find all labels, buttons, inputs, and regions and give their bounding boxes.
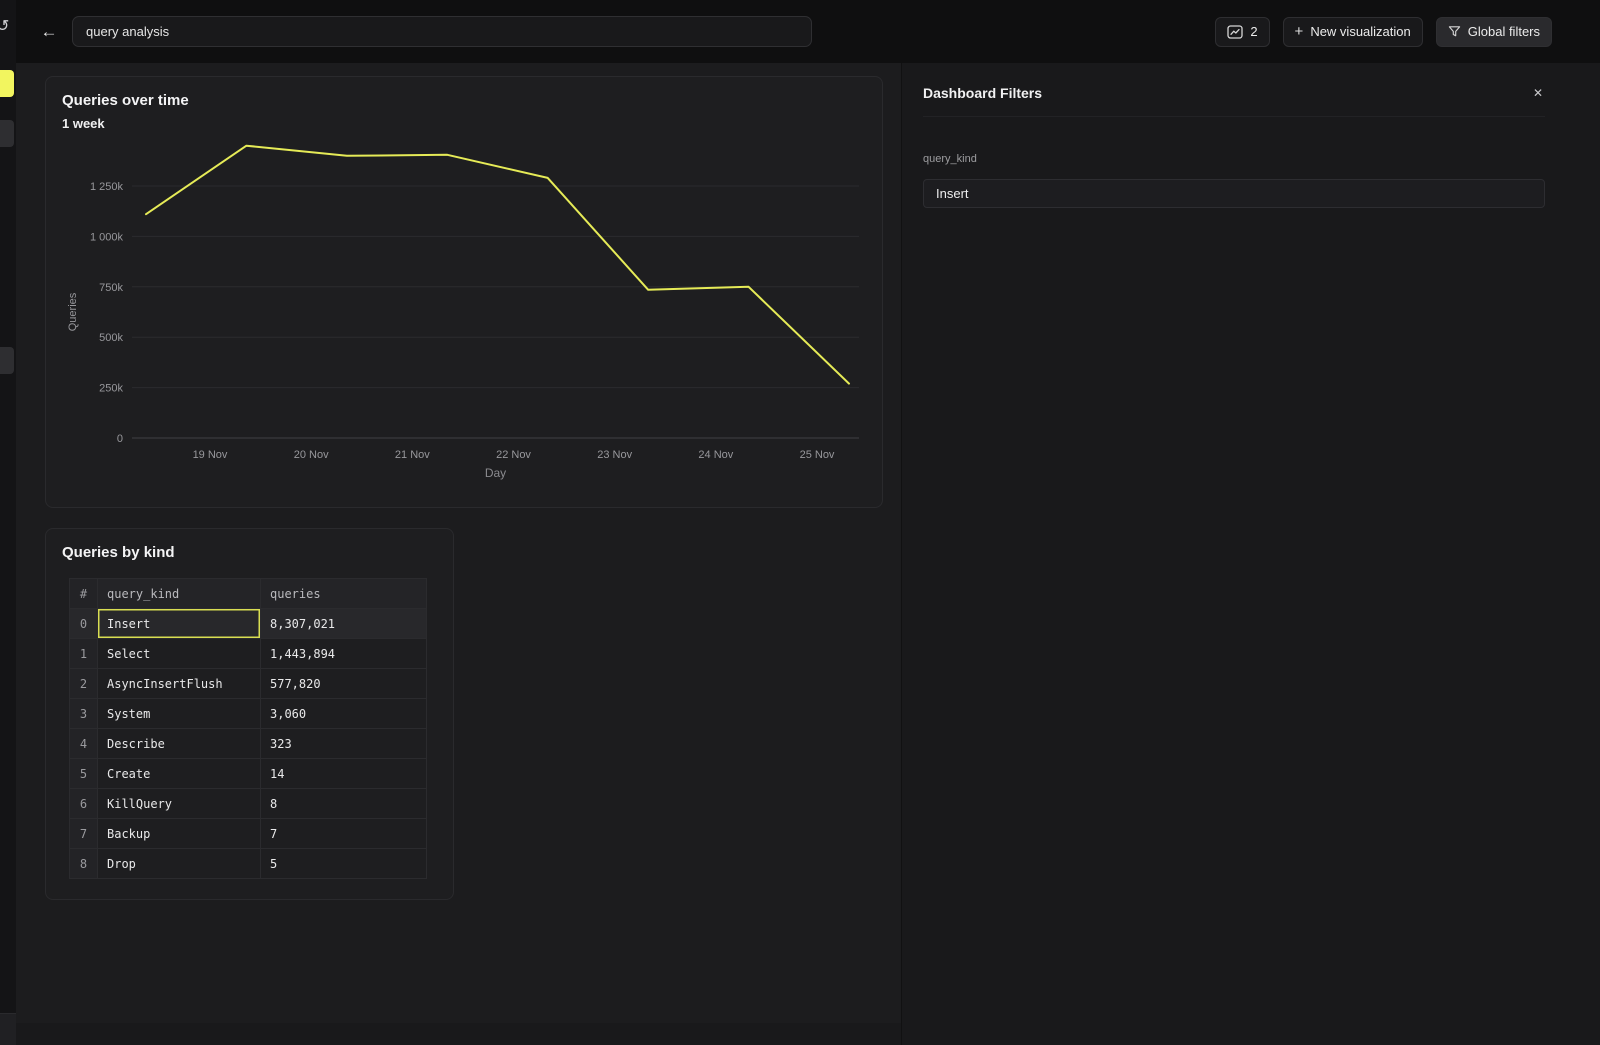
main-column: ← 2 + New visualization Global filters: [16, 0, 1600, 1045]
filter-funnel-icon: [1448, 25, 1461, 38]
row-index[interactable]: 4: [70, 729, 98, 759]
y-tick-label: 500k: [99, 332, 123, 344]
query-kind-cell[interactable]: Backup: [98, 819, 261, 849]
queries-cell[interactable]: 8,307,021: [261, 609, 427, 639]
y-tick-label: 0: [117, 433, 123, 445]
col-header-index: #: [70, 579, 98, 609]
table-row[interactable]: 5Create14: [70, 759, 427, 789]
y-tick-label: 1 000k: [90, 231, 124, 243]
queries-cell[interactable]: 8: [261, 789, 427, 819]
row-index[interactable]: 8: [70, 849, 98, 879]
query-kind-cell[interactable]: System: [98, 699, 261, 729]
dashboard-title-input[interactable]: [72, 16, 812, 47]
sidebar-item-active[interactable]: [0, 70, 14, 97]
sidebar-item[interactable]: [0, 347, 14, 374]
plus-icon: +: [1295, 24, 1304, 39]
table-row[interactable]: 6KillQuery8: [70, 789, 427, 819]
x-tick-label: 25 Nov: [800, 449, 835, 461]
queries-over-time-card: Queries over time 1 week 0 250k 500k 750k 1 …: [45, 76, 883, 508]
dashboard-canvas: Queries over time 1 week 0 250k 500k 750k 1 …: [16, 63, 901, 1045]
visualizations-icon: [1227, 25, 1243, 39]
back-button[interactable]: ←: [38, 21, 60, 43]
x-tick-label: 23 Nov: [597, 449, 632, 461]
sidebar-item[interactable]: [0, 120, 14, 147]
query-kind-cell[interactable]: Describe: [98, 729, 261, 759]
query-kind-cell[interactable]: AsyncInsertFlush: [98, 669, 261, 699]
query-kind-cell[interactable]: Insert: [98, 609, 261, 639]
table-body: 0Insert8,307,0211Select1,443,8942AsyncIn…: [70, 609, 427, 879]
row-index[interactable]: 2: [70, 669, 98, 699]
row-index[interactable]: 1: [70, 639, 98, 669]
y-tick-label: 1 250k: [90, 181, 124, 193]
queries-cell[interactable]: 577,820: [261, 669, 427, 699]
queries-cell[interactable]: 7: [261, 819, 427, 849]
row-index[interactable]: 5: [70, 759, 98, 789]
queries-cell[interactable]: 1,443,894: [261, 639, 427, 669]
x-tick-label: 20 Nov: [294, 449, 329, 461]
close-panel-button[interactable]: ✕: [1531, 84, 1545, 102]
filters-panel-title: Dashboard Filters: [923, 85, 1042, 101]
left-sidebar: ↺: [0, 0, 16, 1045]
query-kind-cell[interactable]: Create: [98, 759, 261, 789]
y-tick-label: 250k: [99, 383, 123, 395]
canvas-bottom-edge: [16, 1023, 901, 1045]
sidebar-bottom-panel: [0, 1013, 16, 1045]
chart-subtitle: 1 week: [62, 115, 866, 132]
y-tick-label: 750k: [99, 282, 123, 294]
table-row[interactable]: 1Select1,443,894: [70, 639, 427, 669]
y-axis-title: Queries: [67, 292, 79, 331]
table-row[interactable]: 3System3,060: [70, 699, 427, 729]
dashboard-filters-panel: Dashboard Filters ✕ query_kind: [901, 63, 1600, 1045]
filters-panel-header: Dashboard Filters ✕: [923, 84, 1545, 117]
query-kind-filter-input[interactable]: [923, 179, 1545, 208]
table-header-row: # query_kind queries: [70, 579, 427, 609]
x-tick-label: 22 Nov: [496, 449, 531, 461]
app-root: ↺ ← 2 + New visualization: [0, 0, 1600, 1045]
x-tick-label: 21 Nov: [395, 449, 430, 461]
queries-over-time-chart: 0 250k 500k 750k 1 000k 1 250k 19 Nov 20 Nov 21 …: [62, 141, 868, 486]
row-index[interactable]: 7: [70, 819, 98, 849]
history-icon[interactable]: ↺: [0, 16, 9, 36]
queries-cell[interactable]: 3,060: [261, 699, 427, 729]
new-visualization-button[interactable]: + New visualization: [1283, 17, 1423, 47]
query-kind-cell[interactable]: Drop: [98, 849, 261, 879]
table-row[interactable]: 8Drop5: [70, 849, 427, 879]
queries-line-series: [146, 146, 849, 384]
x-axis-title: Day: [485, 466, 506, 480]
table-row[interactable]: 0Insert8,307,021: [70, 609, 427, 639]
x-tick-label: 24 Nov: [698, 449, 733, 461]
new-visualization-label: New visualization: [1310, 24, 1410, 39]
table-row[interactable]: 7Backup7: [70, 819, 427, 849]
query-kind-cell[interactable]: Select: [98, 639, 261, 669]
back-arrow-icon: ←: [41, 22, 58, 42]
row-index[interactable]: 0: [70, 609, 98, 639]
filter-field-label: query_kind: [923, 153, 1545, 165]
col-header-query-kind: query_kind: [98, 579, 261, 609]
global-filters-label: Global filters: [1468, 24, 1540, 39]
visualization-count-button[interactable]: 2: [1215, 17, 1269, 47]
queries-by-kind-card: Queries by kind # query_kind queries 0In…: [45, 528, 454, 900]
table-row[interactable]: 4Describe323: [70, 729, 427, 759]
content-row: Queries over time 1 week 0 250k 500k 750k 1 …: [16, 63, 1600, 1045]
x-tick-label: 19 Nov: [193, 449, 228, 461]
table-row[interactable]: 2AsyncInsertFlush577,820: [70, 669, 427, 699]
topbar: ← 2 + New visualization Global filters: [16, 0, 1600, 63]
row-index[interactable]: 3: [70, 699, 98, 729]
table-header: # query_kind queries: [70, 579, 427, 609]
queries-by-kind-table: # query_kind queries 0Insert8,307,0211Se…: [69, 578, 427, 879]
global-filters-button[interactable]: Global filters: [1436, 17, 1552, 47]
col-header-queries: queries: [261, 579, 427, 609]
table-title: Queries by kind: [62, 543, 437, 562]
queries-cell[interactable]: 14: [261, 759, 427, 789]
queries-cell[interactable]: 323: [261, 729, 427, 759]
row-index[interactable]: 6: [70, 789, 98, 819]
queries-cell[interactable]: 5: [261, 849, 427, 879]
visualization-count: 2: [1250, 24, 1257, 39]
close-icon: ✕: [1533, 86, 1543, 100]
query-kind-cell[interactable]: KillQuery: [98, 789, 261, 819]
chart-title: Queries over time: [62, 91, 866, 110]
